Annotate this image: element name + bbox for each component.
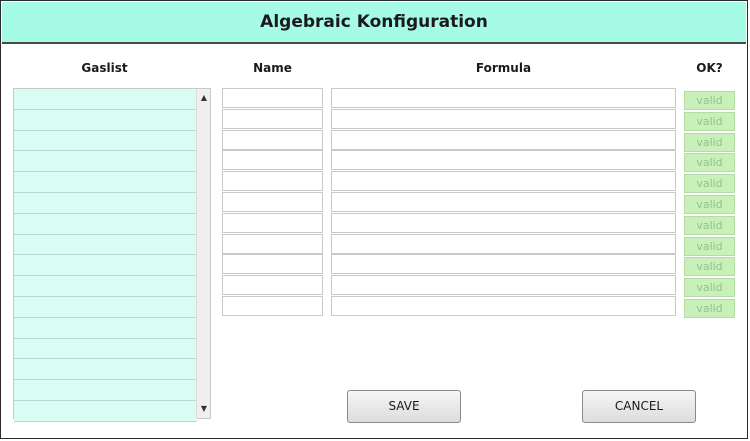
gaslist-item[interactable] — [14, 400, 197, 422]
valid-status-badge: valid — [684, 174, 735, 194]
gaslist-rows — [14, 89, 197, 422]
name-input[interactable] — [222, 254, 323, 275]
save-button[interactable]: SAVE — [347, 390, 461, 423]
formula-input[interactable] — [331, 275, 676, 296]
gaslist-item[interactable] — [14, 130, 197, 152]
gaslist-item[interactable] — [14, 109, 197, 131]
formula-input[interactable] — [331, 108, 676, 129]
gaslist-item[interactable] — [14, 338, 197, 360]
name-input[interactable] — [222, 108, 323, 129]
title-bar: Algebraic Konfiguration — [2, 2, 746, 44]
gaslist-item[interactable] — [14, 276, 197, 297]
formula-input[interactable] — [331, 296, 676, 316]
formula-input[interactable] — [331, 192, 676, 212]
window-title: Algebraic Konfiguration — [260, 12, 488, 32]
formula-input[interactable] — [331, 233, 676, 254]
valid-status-badge: valid — [684, 195, 735, 214]
formula-input[interactable] — [331, 88, 676, 108]
name-input[interactable] — [222, 296, 323, 316]
name-input[interactable] — [222, 150, 323, 171]
gaslist-item[interactable] — [14, 380, 197, 401]
valid-status-badge: valid — [684, 236, 735, 256]
valid-status-badge: valid — [684, 278, 735, 298]
valid-status-badge: valid — [684, 299, 735, 318]
gaslist-scrollbar[interactable]: ▲ ▼ — [196, 89, 210, 418]
gaslist-item[interactable] — [14, 234, 197, 256]
gaslist-item[interactable] — [14, 151, 197, 173]
name-input[interactable] — [222, 192, 323, 212]
scroll-up-arrow-icon[interactable]: ▲ — [197, 91, 211, 105]
gaslist-item[interactable] — [14, 255, 197, 277]
gaslist-item[interactable] — [14, 213, 197, 235]
valid-status-badge: valid — [684, 132, 735, 152]
formula-input[interactable] — [331, 212, 676, 233]
gaslist-item[interactable] — [14, 359, 197, 381]
formula-header: Formula — [475, 61, 532, 75]
name-input[interactable] — [222, 129, 323, 150]
name-input[interactable] — [222, 233, 323, 254]
name-input[interactable] — [222, 212, 323, 233]
name-input[interactable] — [222, 171, 323, 192]
gaslist-item[interactable] — [14, 89, 197, 110]
name-header: Name — [253, 61, 292, 75]
ok-header: OK? — [696, 61, 723, 75]
valid-status-badge: valid — [684, 257, 735, 277]
gaslist-item[interactable] — [14, 192, 197, 214]
gaslist-item[interactable] — [14, 172, 197, 193]
valid-status-badge: valid — [684, 91, 735, 110]
gaslist[interactable]: ▲ ▼ — [13, 88, 211, 422]
formula-input[interactable] — [331, 129, 676, 150]
formula-input[interactable] — [331, 150, 676, 171]
valid-status-badge: valid — [684, 153, 735, 173]
name-input[interactable] — [222, 275, 323, 296]
gaslist-header: Gaslist — [81, 61, 128, 75]
formula-input[interactable] — [331, 254, 676, 275]
gaslist-item[interactable] — [14, 317, 197, 339]
gaslist-item[interactable] — [14, 296, 197, 318]
name-input[interactable] — [222, 88, 323, 108]
formula-input[interactable] — [331, 171, 676, 192]
valid-status-badge: valid — [684, 111, 735, 131]
valid-status-badge: valid — [684, 215, 735, 235]
cancel-button[interactable]: CANCEL — [582, 390, 696, 423]
scroll-down-arrow-icon[interactable]: ▼ — [197, 402, 211, 416]
